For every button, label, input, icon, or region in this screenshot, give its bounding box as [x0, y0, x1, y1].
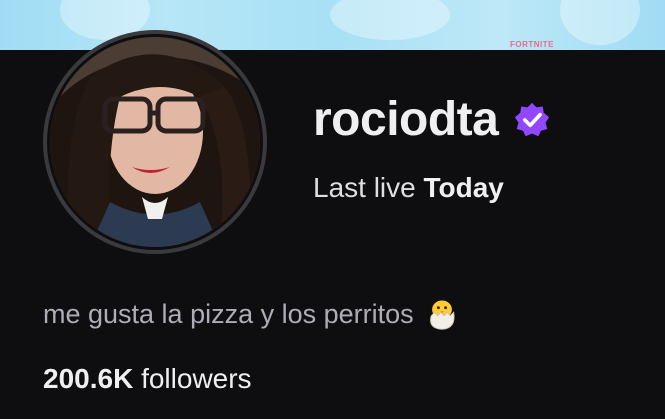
last-live-value: Today [423, 172, 504, 203]
last-live-status: Last live Today [313, 172, 504, 204]
followers-number: 200.6K [43, 363, 134, 394]
banner-tag: FORTNITE [510, 40, 554, 49]
last-live-label: Last live [313, 172, 416, 203]
verified-badge-icon [515, 102, 550, 136]
profile-banner: FORTNITE [0, 0, 665, 50]
username-row: rociodta [313, 92, 550, 147]
profile-bio: me gusta la pizza y los perritos [43, 296, 460, 332]
bio-text: me gusta la pizza y los perritos [43, 298, 414, 329]
avatar[interactable] [50, 37, 260, 247]
followers-count[interactable]: 200.6K followers [43, 363, 252, 395]
username[interactable]: rociodta [313, 92, 499, 147]
avatar-photo [50, 37, 260, 247]
hatching-chick-emoji [429, 300, 455, 330]
followers-label: followers [141, 363, 252, 394]
